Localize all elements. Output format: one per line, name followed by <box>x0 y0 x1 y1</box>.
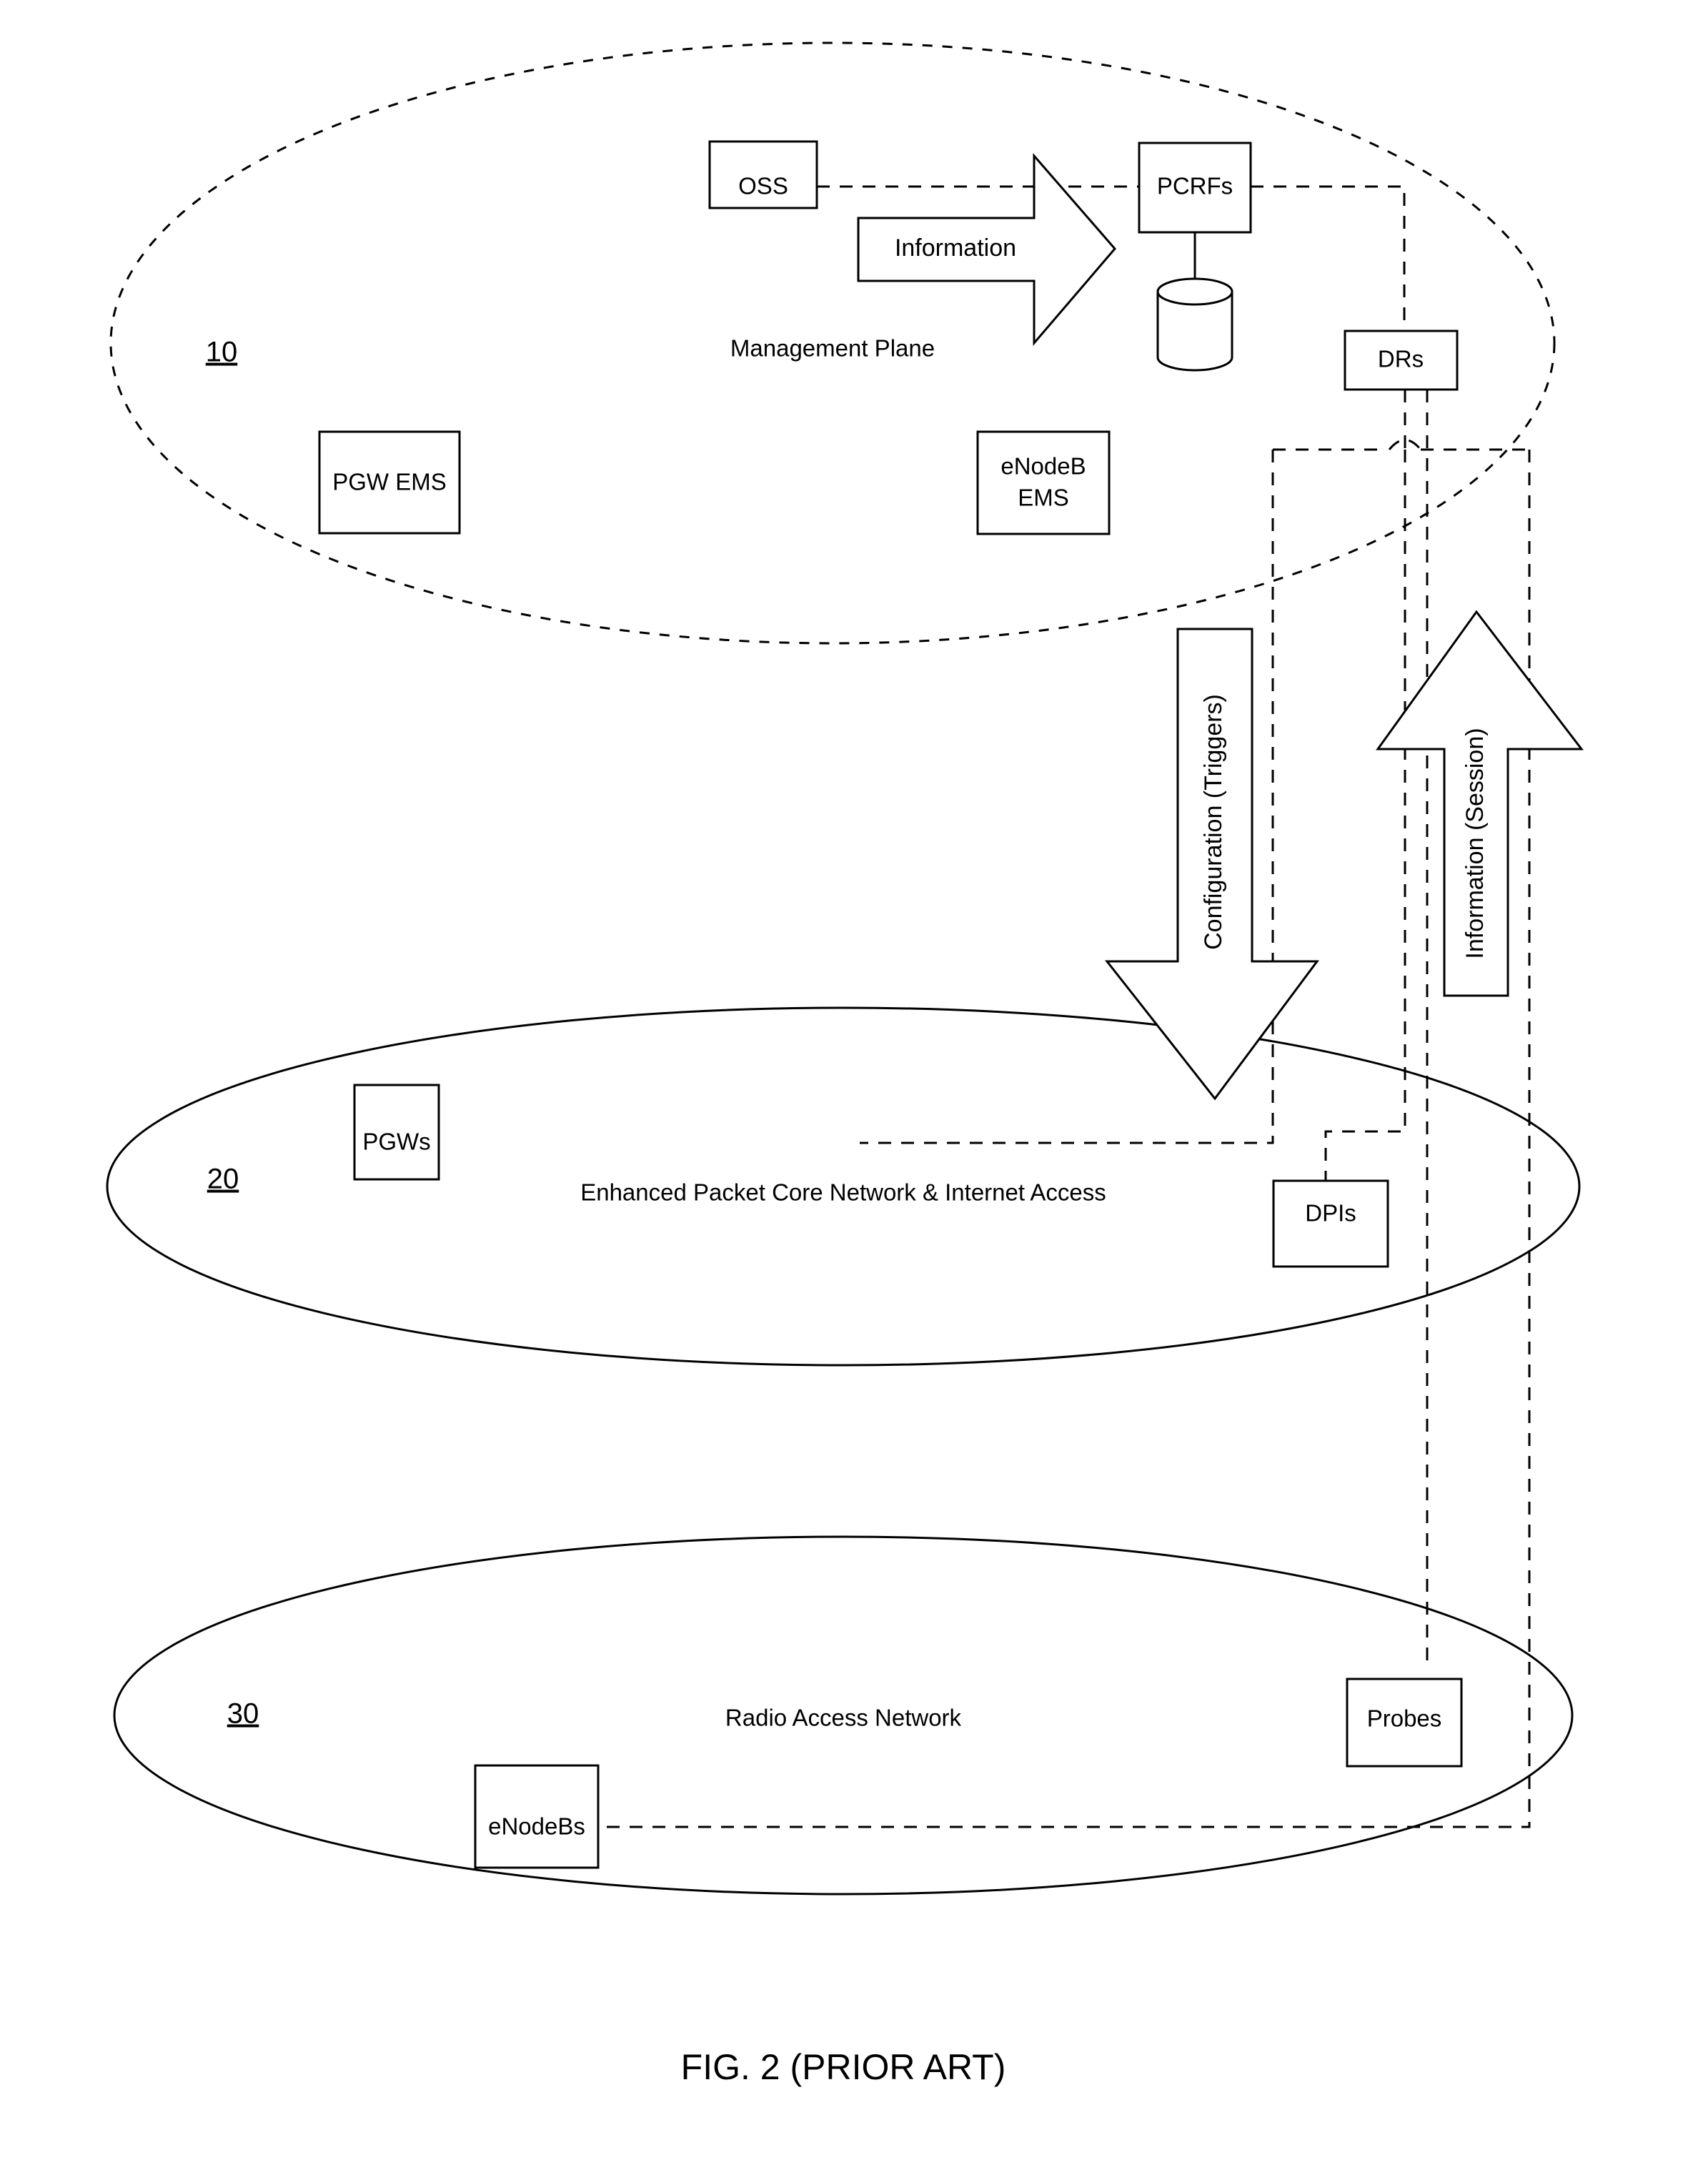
reference-numeral-20: 20 <box>207 1164 239 1195</box>
node-enodeb-ems[interactable]: eNodeB EMS <box>976 430 1111 535</box>
arrow-information-label: Information <box>895 234 1016 262</box>
arrow-information-session-label: Information (Session) <box>1461 728 1489 958</box>
node-enodeb-ems-label-line1: eNodeB <box>1001 453 1086 480</box>
node-dpis-label: DPIs <box>1305 1200 1356 1227</box>
node-pgw-ems[interactable]: PGW EMS <box>318 430 461 535</box>
arrow-configuration-triggers: Configuration (Triggers) <box>1104 628 1319 1101</box>
arrow-configuration-triggers-label: Configuration (Triggers) <box>1200 694 1227 950</box>
pcrf-database-icon <box>1156 277 1233 372</box>
epc-plane-label: Enhanced Packet Core Network & Internet … <box>580 1179 1106 1206</box>
node-drs-label: DRs <box>1378 346 1424 372</box>
node-enodeb-ems-box <box>976 430 1111 535</box>
node-pcrfs[interactable]: PCRFs <box>1138 142 1252 234</box>
node-pgws-label: PGWs <box>362 1129 430 1155</box>
reference-numeral-10: 10 <box>206 337 238 368</box>
arrow-information: Information <box>857 152 1116 347</box>
node-oss[interactable]: OSS <box>708 140 818 209</box>
connector-session-to-enodebs <box>597 450 1531 1828</box>
node-enodebs[interactable]: eNodeBs <box>474 1764 600 1869</box>
management-plane-label: Management Plane <box>730 335 935 362</box>
node-probes-label: Probes <box>1367 1705 1442 1732</box>
connector-pcrfs-drs <box>1251 185 1406 331</box>
figure-caption: FIG. 2 (PRIOR ART) <box>681 2047 1006 2087</box>
patent-figure: 10 Management Plane OSS Information PCRF… <box>0 0 1708 2160</box>
node-drs[interactable]: DRs <box>1344 330 1459 391</box>
node-pcrfs-label: PCRFs <box>1157 173 1233 199</box>
node-pgws[interactable]: PGWs <box>353 1084 440 1181</box>
ran-plane-label: Radio Access Network <box>725 1705 962 1731</box>
arrow-information-session: Information (Session) <box>1376 610 1584 997</box>
node-enodebs-label: eNodeBs <box>488 1813 585 1840</box>
node-enodeb-ems-label-line2: EMS <box>1018 485 1069 511</box>
reference-numeral-30: 30 <box>227 1698 259 1730</box>
database-cylinder-top <box>1156 277 1233 306</box>
node-oss-label: OSS <box>738 173 788 199</box>
node-dpis[interactable]: DPIs <box>1272 1179 1389 1268</box>
node-probes[interactable]: Probes <box>1346 1678 1463 1768</box>
connector-drs-to-dpis <box>1324 450 1406 1181</box>
node-pgw-ems-label: PGW EMS <box>332 469 447 495</box>
figure-canvas: 10 Management Plane OSS Information PCRF… <box>106 41 1584 2087</box>
